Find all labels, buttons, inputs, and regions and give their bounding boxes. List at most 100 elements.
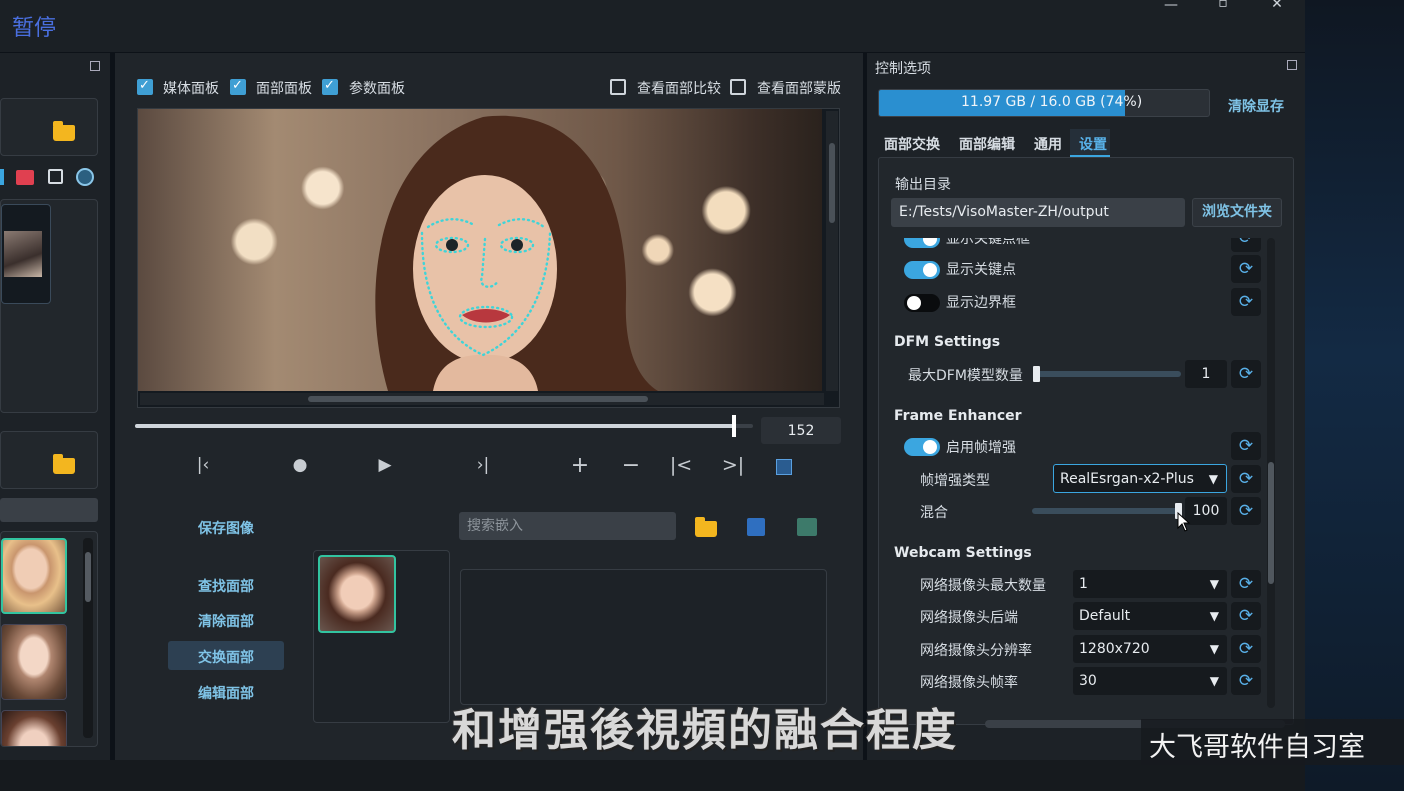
webcam-icon[interactable] — [76, 168, 94, 186]
reset-icon[interactable]: ⟳ — [1231, 360, 1261, 388]
reset-icon[interactable]: ⟳ — [1231, 432, 1261, 460]
settings-scroll-area: 显示关键点框 ⟳ 显示关键点 ⟳ 显示边界框 ⟳ DFM Settings 最大… — [879, 238, 1293, 724]
reset-icon[interactable]: ⟳ — [1231, 238, 1261, 252]
close-icon[interactable]: ✕ — [1262, 0, 1292, 13]
max-dfm-label: 最大DFM模型数量 — [908, 368, 1023, 384]
media-panel — [0, 53, 110, 760]
tab-settings[interactable]: 设置 — [1070, 129, 1110, 157]
source-face-thumb[interactable] — [1, 538, 67, 614]
remove-marker-icon[interactable]: − — [619, 453, 643, 478]
reset-icon[interactable]: ⟳ — [1231, 497, 1261, 525]
embedding-search-input[interactable]: 搜索嵌入 — [459, 512, 676, 540]
find-face-button[interactable]: 查找面部 — [198, 576, 254, 596]
save-embedding-icon[interactable] — [747, 518, 765, 536]
reset-icon[interactable]: ⟳ — [1231, 465, 1261, 493]
add-marker-icon[interactable]: + — [568, 453, 592, 478]
tab-general[interactable]: 通用 — [1034, 134, 1062, 154]
output-dir-input[interactable]: E:/Tests/VisoMaster-ZH/output — [891, 198, 1185, 227]
mouse-cursor-icon — [1177, 512, 1191, 532]
folder-icon[interactable] — [53, 454, 75, 474]
reset-icon[interactable]: ⟳ — [1231, 570, 1261, 598]
prev-marker-icon[interactable]: |< — [669, 454, 693, 476]
blend-slider[interactable] — [1032, 503, 1182, 519]
app-window: 暂停 — ▫ ✕ ✓ 媒体面板 ✓ 面部面板 ✓ 参数面板 查看面部比较 查看面… — [0, 0, 1404, 791]
show-keypoints-toggle[interactable] — [904, 261, 940, 279]
scrollbar-thumb[interactable] — [85, 552, 91, 602]
eye-left — [446, 239, 458, 251]
param-panel-checkbox[interactable] — [322, 78, 338, 95]
undock-icon[interactable] — [1287, 60, 1297, 70]
tab-face-edit[interactable]: 面部编辑 — [959, 134, 1015, 154]
settings-scrollbar[interactable] — [1267, 238, 1275, 708]
target-faces-list — [313, 550, 450, 723]
frame-enhancer-title: Frame Enhancer — [894, 408, 1022, 424]
max-dfm-slider-handle[interactable] — [1033, 366, 1040, 382]
reset-icon[interactable]: ⟳ — [1231, 602, 1261, 630]
source-search-input[interactable] — [0, 498, 98, 522]
settings-scroll-thumb[interactable] — [1268, 462, 1274, 584]
webcam-fps-select[interactable]: 30 ▼ — [1073, 667, 1227, 695]
media-panel-checkbox[interactable] — [137, 78, 153, 95]
source-face-thumb[interactable] — [1, 624, 67, 700]
reset-icon[interactable]: ⟳ — [1231, 635, 1261, 663]
record-icon[interactable]: ● — [288, 455, 312, 475]
viewer-vscroll-thumb[interactable] — [829, 143, 835, 223]
skip-end-icon[interactable]: ›| — [471, 455, 495, 475]
frame-slider-handle[interactable] — [732, 415, 736, 437]
watermark-box: 大飞哥软件自习室 — [1141, 719, 1404, 765]
save-embedding-as-icon[interactable] — [797, 518, 817, 536]
reset-icon[interactable]: ⟳ — [1231, 667, 1261, 695]
source-face-thumb[interactable] — [1, 710, 67, 746]
reset-icon[interactable]: ⟳ — [1231, 288, 1261, 316]
face-panel-checkbox[interactable] — [230, 78, 246, 95]
max-dfm-slider[interactable] — [1033, 366, 1181, 382]
blend-input[interactable]: 100 — [1185, 497, 1227, 525]
folder-icon[interactable] — [53, 121, 75, 141]
next-marker-icon[interactable]: >| — [721, 454, 745, 476]
media-thumbnail — [4, 231, 42, 277]
webcam-max-value: 1 — [1079, 576, 1088, 592]
reset-icon[interactable]: ⟳ — [1231, 255, 1261, 283]
show-bbox-toggle[interactable] — [904, 294, 940, 312]
webcam-max-select[interactable]: 1 ▼ — [1073, 570, 1227, 598]
enhancer-type-value: RealEsrgan-x2-Plus — [1060, 471, 1194, 487]
desktop-background — [1305, 0, 1404, 791]
clear-vram-button[interactable]: 清除显存 — [1228, 96, 1284, 116]
video-icon[interactable] — [16, 170, 34, 185]
browse-folder-button[interactable]: 浏览文件夹 — [1192, 198, 1282, 227]
scrollbar[interactable] — [83, 538, 93, 738]
tab-face-swap[interactable]: 面部交换 — [884, 134, 940, 154]
enhancer-type-select[interactable]: RealEsrgan-x2-Plus ▼ — [1053, 464, 1227, 493]
open-embedding-icon[interactable] — [695, 517, 717, 537]
viewer-vscrollbar[interactable] — [826, 111, 838, 391]
save-image-button[interactable]: 保存图像 — [198, 518, 254, 538]
enable-enhancer-toggle[interactable] — [904, 438, 940, 456]
media-thumb-selected[interactable] — [1, 204, 51, 304]
image-icon[interactable] — [48, 169, 63, 184]
vram-usage-text: 11.97 GB / 16.0 GB (74%) — [961, 94, 1143, 110]
fullscreen-icon[interactable] — [776, 459, 792, 475]
enhancer-type-label: 帧增强类型 — [920, 473, 990, 489]
webcam-resolution-select[interactable]: 1280x720 ▼ — [1073, 635, 1227, 663]
app-title: 暂停 — [12, 16, 57, 41]
filter-icon[interactable] — [0, 169, 4, 185]
video-viewer[interactable] — [137, 108, 840, 408]
face-compare-checkbox[interactable] — [610, 79, 626, 95]
frame-number-input[interactable]: 152 — [761, 417, 841, 444]
show-keypoint-box-toggle[interactable] — [904, 238, 940, 248]
frame-slider[interactable] — [135, 415, 753, 437]
max-dfm-input[interactable]: 1 — [1185, 360, 1227, 388]
viewer-hscroll-thumb[interactable] — [308, 396, 648, 402]
undock-icon[interactable] — [90, 61, 100, 71]
maximize-icon[interactable]: ▫ — [1208, 0, 1238, 12]
minimize-icon[interactable]: — — [1156, 0, 1186, 14]
clear-face-button[interactable]: 清除面部 — [198, 611, 254, 631]
webcam-backend-select[interactable]: Default ▼ — [1073, 602, 1227, 630]
chevron-down-icon: ▼ — [1209, 674, 1219, 688]
target-face-thumb[interactable] — [318, 555, 396, 633]
skip-start-icon[interactable]: |‹ — [191, 455, 215, 475]
face-mask-checkbox[interactable] — [730, 79, 746, 95]
edit-face-button[interactable]: 编辑面部 — [198, 683, 254, 703]
viewer-hscrollbar[interactable] — [140, 393, 824, 405]
play-icon[interactable]: ▶ — [373, 455, 397, 475]
